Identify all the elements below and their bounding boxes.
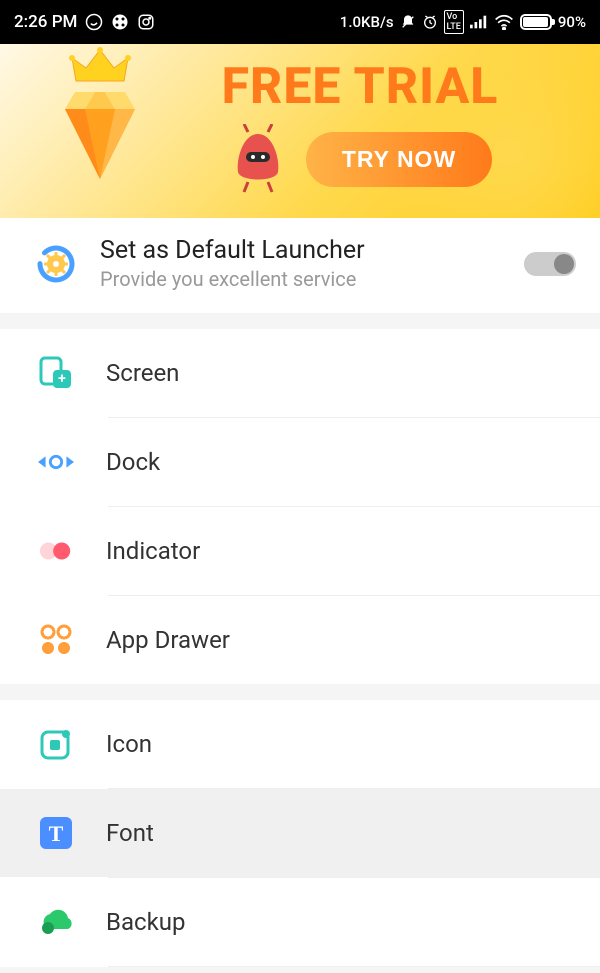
try-now-button[interactable]: TRY NOW [306,132,492,187]
wifi-icon [494,14,514,30]
setting-row-backup[interactable]: Backup [0,878,600,966]
dock-icon [38,444,74,480]
setting-label: Font [106,819,576,847]
signal-icon [470,15,488,29]
default-launcher-toggle[interactable] [524,252,576,276]
setting-label: Indicator [106,537,576,565]
mute-icon [400,14,416,30]
setting-row-icon[interactable]: Icon [0,700,600,788]
svg-text:T: T [49,821,64,846]
diamond-icon [50,84,150,184]
status-data-rate: 1.0KB/s [340,13,394,31]
promo-banner[interactable]: FREE TRIAL TRY NOW [0,44,600,218]
setting-label: Dock [106,448,576,476]
alarm-icon [422,14,438,30]
battery-icon [520,14,552,30]
default-launcher-row[interactable]: Set as Default Launcher Provide you exce… [0,218,600,313]
settings-group-layout: + Screen Dock Indicator App Drawer [0,329,600,684]
setting-row-indicator[interactable]: Indicator [0,507,600,595]
status-bar: 2:26 PM 1.0KB/s VoLTE 90% [0,0,600,44]
setting-label: Icon [106,730,576,758]
app-icon [111,13,129,31]
icon-icon [38,726,74,762]
setting-label: App Drawer [106,626,576,654]
setting-label: Backup [106,908,576,936]
gear-icon [36,244,76,284]
mascot-icon [228,124,288,194]
setting-label: Screen [106,359,576,387]
crown-icon [68,46,132,86]
instagram-icon [137,13,155,31]
appdrawer-icon [38,622,74,658]
status-battery-pct: 90% [558,13,586,31]
backup-icon [38,904,74,940]
screen-icon: + [38,355,74,391]
settings-group-appearance: Icon T Font Backup [0,700,600,967]
volte-icon: VoLTE [444,10,464,34]
setting-row-font[interactable]: T Font [0,789,600,877]
svg-text:+: + [58,371,66,387]
default-launcher-subtitle: Provide you excellent service [100,267,500,291]
default-launcher-title: Set as Default Launcher [100,236,500,265]
setting-row-screen[interactable]: + Screen [0,329,600,417]
font-icon: T [38,815,74,851]
setting-row-app-drawer[interactable]: App Drawer [0,596,600,684]
whatsapp-icon [85,13,103,31]
indicator-icon [38,533,74,569]
setting-row-dock[interactable]: Dock [0,418,600,506]
status-time: 2:26 PM [14,12,77,32]
banner-title: FREE TRIAL [222,58,499,116]
